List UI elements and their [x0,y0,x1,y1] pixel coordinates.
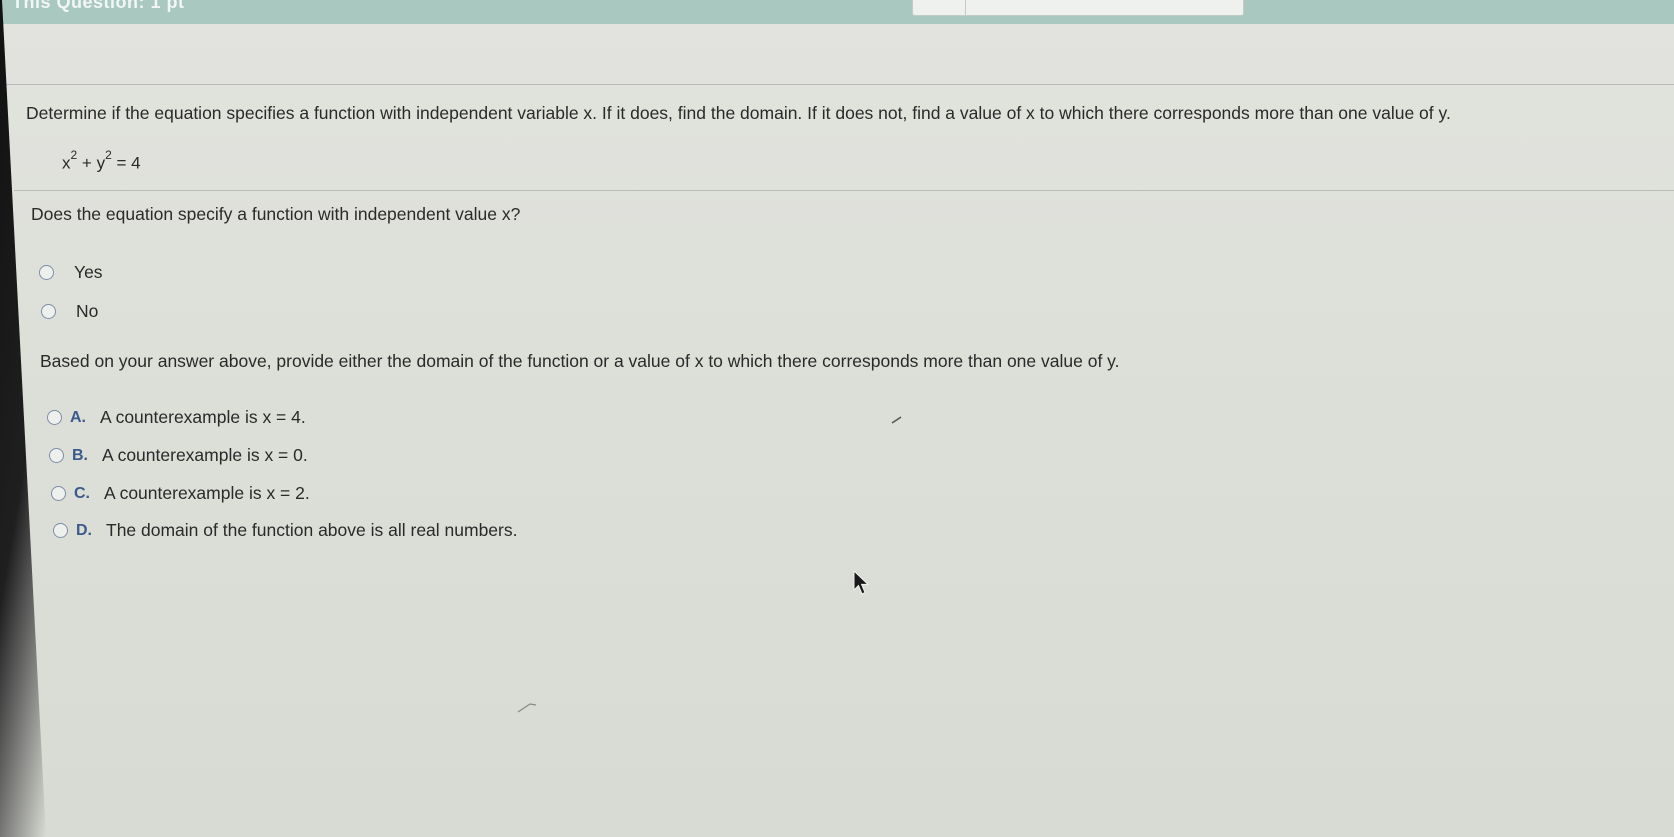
part2-question: Based on your answer above, provide eith… [40,351,1120,371]
choice-text: A counterexample is x = 2. [104,483,310,503]
option-yes[interactable]: Yes [39,262,103,283]
top-banner-controls[interactable] [912,0,1244,16]
choice-text: A counterexample is x = 4. [100,407,306,427]
radio-button-icon[interactable] [39,265,54,280]
equation-x-exponent: 2 [70,148,78,162]
choice-b[interactable]: B. A counterexample is x = 0. [49,445,308,466]
mouse-pointer-icon [853,570,870,595]
equation-x: x [62,153,71,173]
choice-a[interactable]: A. A counterexample is x = 4. [47,407,306,428]
choice-c[interactable]: C. A counterexample is x = 2. [51,483,310,504]
radio-button-icon[interactable] [41,304,56,319]
choice-letter: A. [70,408,86,426]
screen: This Question: 1 pt Determine if the equ… [0,0,1674,837]
question-prompt: Determine if the equation specifies a fu… [26,103,1451,123]
equation-rest: = 4 [111,153,141,173]
choice-text: A counterexample is x = 0. [102,445,308,465]
radio-button-icon[interactable] [51,486,66,501]
equation-y: y [96,153,106,173]
part1-question: Does the equation specify a function wit… [31,204,521,224]
divider [14,190,1674,191]
radio-button-icon[interactable] [53,523,68,538]
monitor-bezel [0,0,46,837]
choice-letter: D. [76,521,92,539]
choice-d[interactable]: D. The domain of the function above is a… [53,520,517,541]
choice-letter: B. [72,446,88,464]
screen-smudge [891,416,902,424]
option-label: No [76,301,99,321]
radio-button-icon[interactable] [47,410,62,425]
question-header-title: This Question: 1 pt [12,0,185,12]
screen-smudge [517,703,537,713]
choice-letter: C. [74,484,90,502]
option-no[interactable]: No [41,301,98,322]
equation-y-exponent: 2 [105,148,112,162]
top-banner: This Question: 1 pt [0,0,1674,24]
equation-plus: + [77,153,97,173]
choice-text: The domain of the function above is all … [106,520,518,540]
option-label: Yes [74,262,103,282]
divider [6,84,1674,85]
equation: x2 + y2 = 4 [62,148,141,174]
radio-button-icon[interactable] [49,448,64,463]
